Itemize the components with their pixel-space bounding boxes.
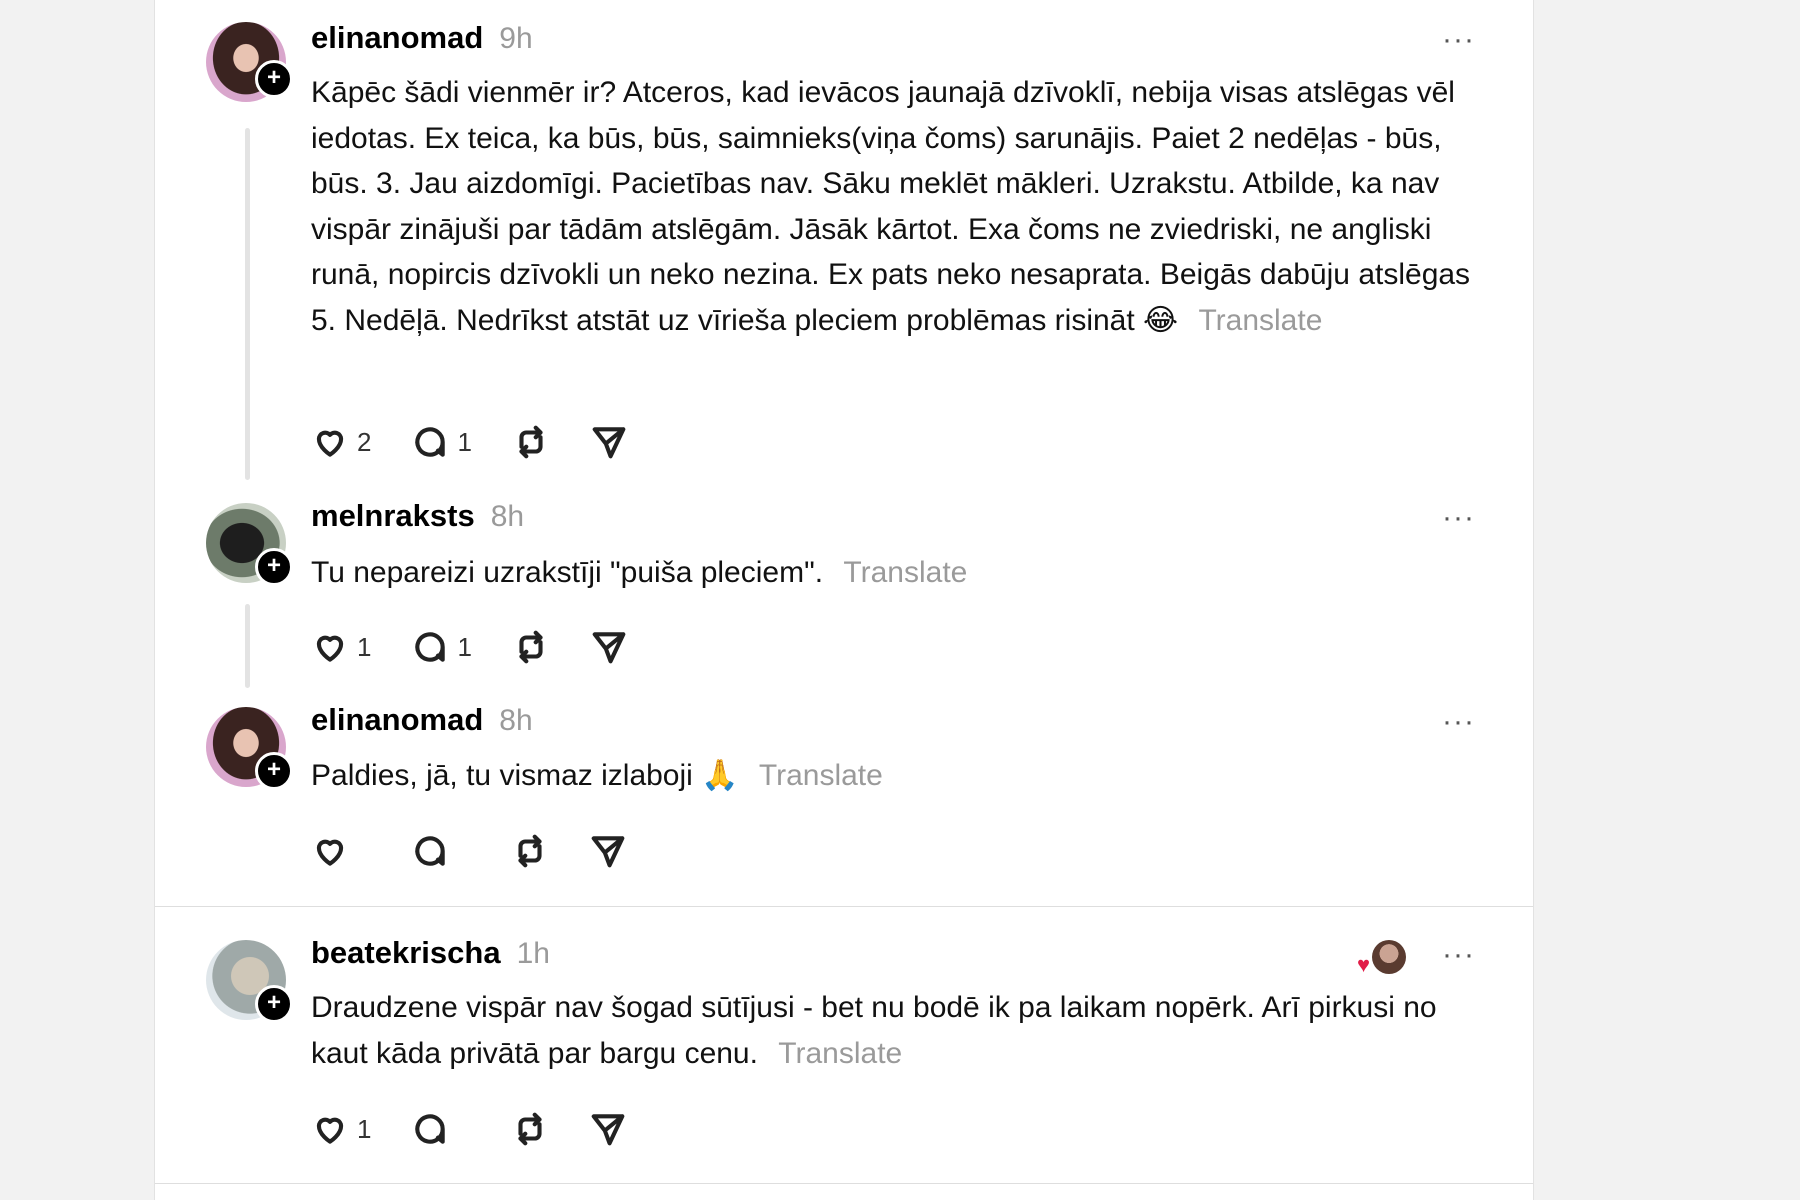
more-options-icon[interactable]: ···	[1442, 503, 1475, 533]
send-icon	[592, 632, 626, 664]
heart-icon	[316, 635, 344, 662]
laughing-emoji: 😂	[1143, 302, 1179, 338]
thread-connector	[245, 604, 250, 688]
reply-button[interactable]	[411, 1110, 471, 1148]
send-icon	[592, 1114, 625, 1146]
post-actions: 1	[311, 1107, 667, 1151]
comment-icon	[415, 427, 446, 457]
username[interactable]: melnraksts	[311, 498, 475, 533]
translate-link[interactable]: Translate	[1198, 304, 1322, 337]
post-text: Kāpēc šādi vienmēr ir? Atceros, kad ievā…	[311, 76, 1471, 337]
follow-plus-icon[interactable]: +	[255, 548, 293, 586]
follow-plus-icon[interactable]: +	[255, 985, 293, 1023]
repost-button[interactable]	[512, 628, 550, 666]
translate-link[interactable]: Translate	[843, 556, 967, 589]
post-text: Paldies, jā, tu vismaz izlaboji	[311, 759, 693, 792]
thread-connector	[245, 128, 250, 480]
like-count: 1	[357, 631, 372, 662]
post-text-block: Tu nepareizi uzrakstīji "puiša pleciem".…	[311, 550, 1471, 596]
comment-icon	[415, 632, 446, 662]
post-text: Tu nepareizi uzrakstīji "puiša pleciem".	[311, 556, 824, 589]
post-divider	[155, 1183, 1533, 1184]
reply-button[interactable]: 1	[411, 628, 472, 666]
praying-hands-emoji: 🙏	[701, 758, 739, 793]
share-button[interactable]	[589, 832, 627, 870]
post-text-block: Draudzene vispār nav šogad sūtījusi - be…	[311, 985, 1471, 1076]
username[interactable]: elinanomad	[311, 20, 483, 55]
repost-icon	[519, 630, 543, 664]
like-button[interactable]: 1	[311, 1110, 371, 1148]
like-count: 2	[357, 426, 372, 457]
post-divider	[155, 906, 1533, 907]
like-button[interactable]	[311, 832, 371, 870]
comment-icon	[415, 836, 445, 866]
post-actions	[311, 829, 667, 873]
post-actions: 1 1	[311, 625, 668, 669]
repost-icon	[519, 425, 543, 459]
send-icon	[591, 836, 625, 868]
share-button[interactable]	[590, 423, 628, 461]
reply-count: 1	[457, 426, 472, 457]
more-options-icon[interactable]: ···	[1442, 940, 1475, 970]
translate-link[interactable]: Translate	[778, 1037, 902, 1070]
post-text-block: Kāpēc šādi vienmēr ir? Atceros, kad ievā…	[311, 70, 1471, 343]
liked-heart-icon: ♥	[1357, 952, 1371, 977]
reply-button[interactable]	[411, 832, 471, 870]
send-icon	[592, 427, 626, 459]
timestamp[interactable]: 1h	[517, 937, 550, 970]
repost-button[interactable]	[511, 1110, 549, 1148]
username[interactable]: elinanomad	[311, 702, 483, 737]
timestamp[interactable]: 8h	[499, 704, 532, 737]
post-text-block: Paldies, jā, tu vismaz izlaboji 🙏 Transl…	[311, 753, 1471, 799]
reply-button[interactable]: 1	[411, 423, 472, 461]
translate-link[interactable]: Translate	[759, 759, 883, 792]
share-button[interactable]	[590, 628, 628, 666]
repost-button[interactable]	[512, 423, 550, 461]
comment-icon	[415, 1114, 446, 1144]
liker-avatar[interactable]	[1372, 940, 1406, 974]
heart-icon	[316, 839, 344, 866]
timestamp[interactable]: 8h	[491, 500, 524, 533]
thread-feed: + elinanomad 9h ··· Kāpēc šādi vienmēr ir…	[154, 0, 1534, 1200]
repost-button[interactable]	[511, 832, 549, 870]
reply-count: 1	[457, 631, 472, 662]
repost-icon	[518, 1112, 543, 1146]
more-options-icon[interactable]: ···	[1442, 707, 1475, 737]
heart-icon	[316, 1117, 344, 1144]
like-button[interactable]: 2	[311, 423, 371, 461]
heart-icon	[316, 430, 344, 457]
post-actions: 2 1	[311, 420, 668, 464]
follow-plus-icon[interactable]: +	[255, 752, 293, 790]
repost-icon	[518, 834, 542, 868]
like-count: 1	[357, 1113, 372, 1144]
more-options-icon[interactable]: ···	[1442, 25, 1475, 55]
username[interactable]: beatekrischa	[311, 935, 501, 970]
like-button[interactable]: 1	[311, 628, 371, 666]
timestamp[interactable]: 9h	[499, 22, 532, 55]
follow-plus-icon[interactable]: +	[255, 60, 293, 98]
share-button[interactable]	[589, 1110, 627, 1148]
